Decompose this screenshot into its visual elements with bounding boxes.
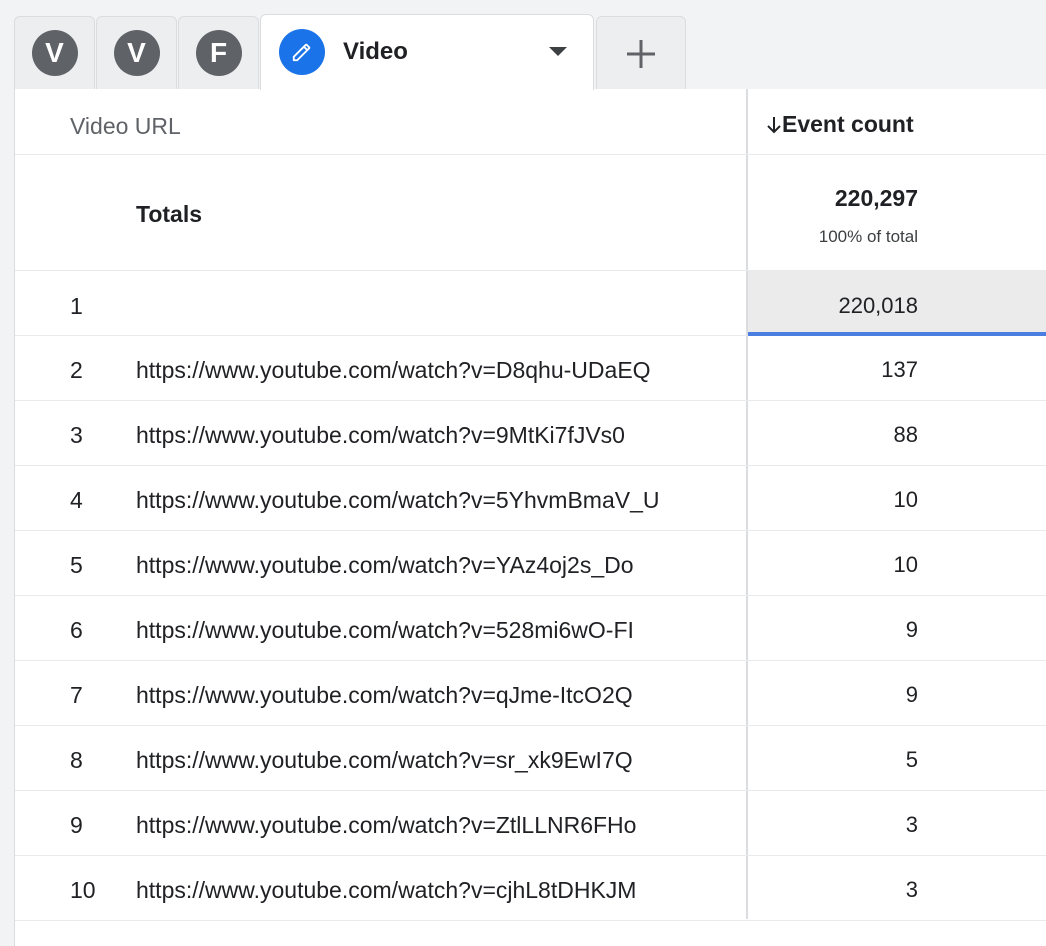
column-header-event-count[interactable]: Event count: [766, 111, 914, 138]
row-index: 5: [70, 552, 83, 578]
segment-avatar: V: [31, 29, 78, 76]
totals-percent: 100% of total: [818, 227, 918, 246]
plus-icon: [627, 39, 655, 68]
table-header-row: Video URL Event count: [15, 89, 1046, 155]
segment-tab-3[interactable]: F: [178, 16, 259, 90]
row-value: 9: [905, 682, 918, 707]
segment-tab-2[interactable]: V: [96, 16, 177, 90]
row-url: https://www.youtube.com/watch?v=9MtKi7fJ…: [136, 422, 625, 448]
row-value: 3: [905, 877, 918, 902]
chevron-down-icon[interactable]: [549, 47, 567, 56]
row-index: 7: [70, 682, 83, 708]
row-index: 10: [70, 877, 96, 903]
active-tab-video[interactable]: Video: [260, 14, 594, 90]
arrow-down-icon: [767, 116, 781, 133]
row-value: 88: [893, 422, 918, 447]
row-value: 220,018: [838, 293, 918, 318]
row-url: https://www.youtube.com/watch?v=ZtlLLNR6…: [136, 812, 637, 838]
row-value: 5: [905, 747, 918, 772]
row-index: 3: [70, 422, 83, 448]
add-tab-button[interactable]: [596, 16, 686, 90]
row-index: 8: [70, 747, 83, 773]
exploration-tab-bar: V V F Video: [14, 14, 687, 90]
column-header-label: Event count: [782, 111, 914, 137]
segment-avatar: F: [195, 29, 242, 76]
row-value: 137: [881, 357, 918, 382]
table-row[interactable]: 4 https://www.youtube.com/watch?v=5YhvmB…: [15, 466, 1046, 531]
row-url: https://www.youtube.com/watch?v=sr_xk9Ew…: [136, 747, 633, 773]
segment-tab-1[interactable]: V: [14, 16, 95, 90]
row-value: 10: [893, 487, 918, 512]
row-index: 6: [70, 617, 83, 643]
table-row[interactable]: 9 https://www.youtube.com/watch?v=ZtlLLN…: [15, 791, 1046, 856]
table-row[interactable]: 1 220,018: [15, 271, 1046, 336]
row-url: https://www.youtube.com/watch?v=528mi6wO…: [136, 617, 634, 643]
table-row[interactable]: 2 https://www.youtube.com/watch?v=D8qhu-…: [15, 336, 1046, 401]
table-row[interactable]: 6 https://www.youtube.com/watch?v=528mi6…: [15, 596, 1046, 661]
table-row[interactable]: 8 https://www.youtube.com/watch?v=sr_xk9…: [15, 726, 1046, 791]
row-index: 1: [70, 293, 83, 319]
column-header-video-url[interactable]: Video URL: [70, 113, 181, 140]
pencil-icon[interactable]: [279, 28, 325, 75]
table-row[interactable]: 7 https://www.youtube.com/watch?v=qJme-I…: [15, 661, 1046, 726]
table-row[interactable]: 3 https://www.youtube.com/watch?v=9MtKi7…: [15, 401, 1046, 466]
data-table: Video URL Event count Totals 220,297 100…: [14, 89, 1046, 946]
totals-row: Totals 220,297 100% of total: [15, 155, 1046, 271]
row-url: https://www.youtube.com/watch?v=YAz4oj2s…: [136, 552, 634, 578]
row-url: https://www.youtube.com/watch?v=D8qhu-UD…: [136, 357, 651, 383]
row-value: 10: [893, 552, 918, 577]
totals-value: 220,297: [834, 185, 918, 211]
row-index: 9: [70, 812, 83, 838]
row-url: https://www.youtube.com/watch?v=5YhvmBma…: [136, 487, 660, 513]
row-url: https://www.youtube.com/watch?v=cjhL8tDH…: [136, 877, 637, 903]
row-index: 2: [70, 357, 83, 383]
table-row[interactable]: 10 https://www.youtube.com/watch?v=cjhL8…: [15, 856, 1046, 921]
table-row[interactable]: 5 https://www.youtube.com/watch?v=YAz4oj…: [15, 531, 1046, 596]
row-index: 4: [70, 487, 83, 513]
row-url: https://www.youtube.com/watch?v=qJme-Itc…: [136, 682, 633, 708]
row-value: 9: [905, 617, 918, 642]
row-value: 3: [905, 812, 918, 837]
totals-label: Totals: [136, 201, 203, 227]
segment-avatar: V: [113, 29, 160, 76]
tab-title: Video: [343, 37, 408, 65]
